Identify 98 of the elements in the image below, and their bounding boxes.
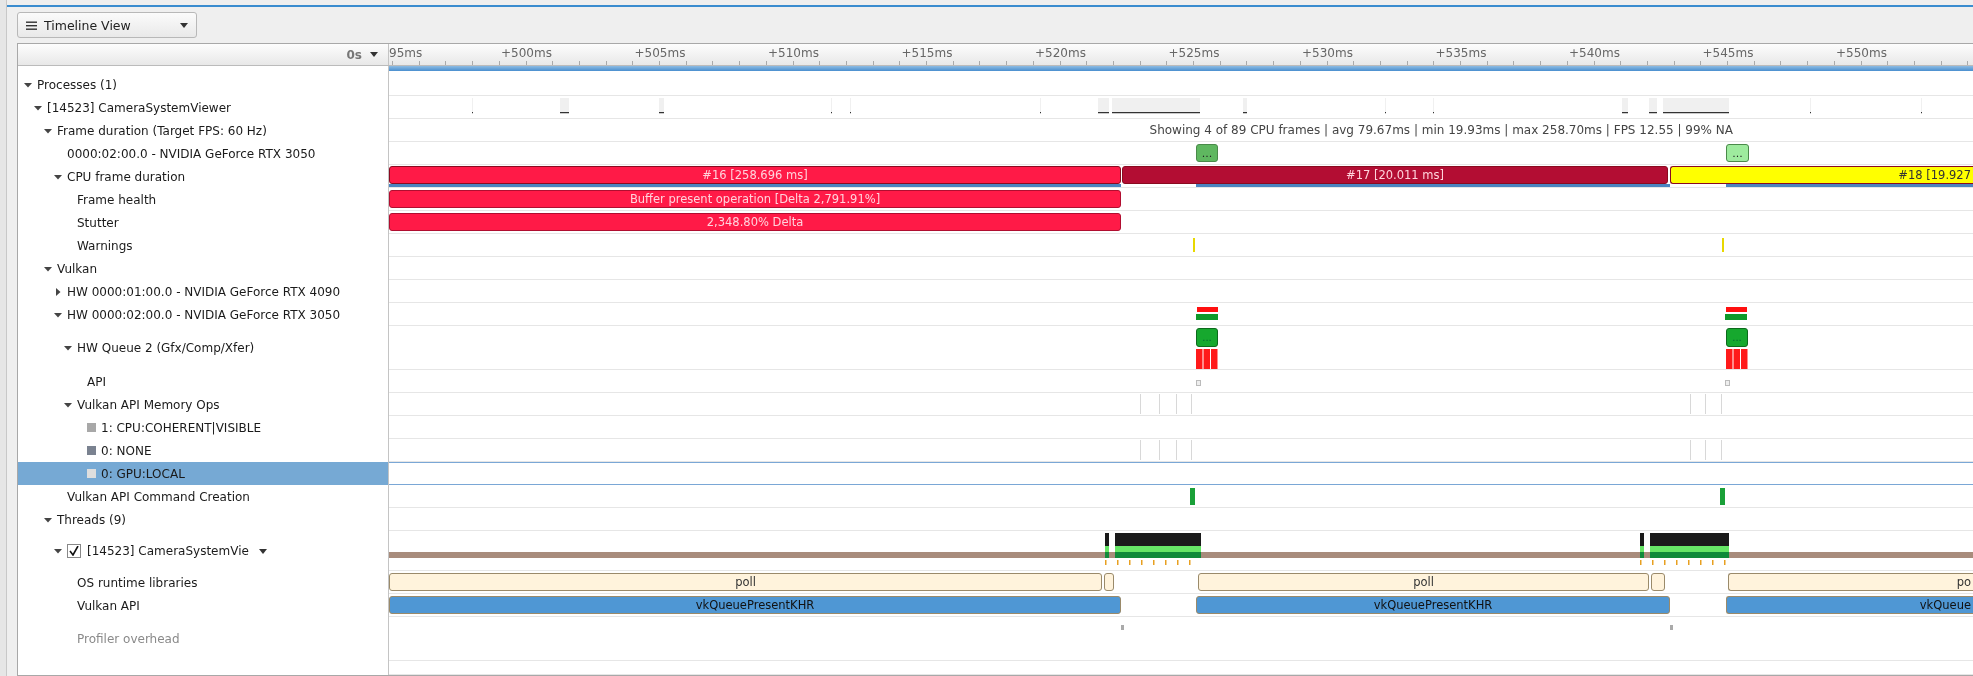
call-bar[interactable]: vkQueue (1726, 596, 1973, 614)
api-call-mark (1196, 380, 1201, 386)
call-bar[interactable]: vkQueuePresentKHR (389, 596, 1121, 614)
collapsed-group-button[interactable]: ... (1196, 144, 1218, 162)
caret-icon (180, 22, 188, 28)
tree-row[interactable]: 1: CPU:COHERENT|VISIBLE (18, 416, 389, 439)
collapse-arrow-icon[interactable] (34, 103, 42, 112)
collapse-arrow-icon[interactable] (54, 547, 62, 555)
collapse-arrow-icon[interactable] (44, 264, 52, 273)
tree-row[interactable]: API (18, 370, 389, 393)
tree-row[interactable]: Vulkan (18, 257, 389, 280)
memory-op-drawing (1140, 394, 1192, 414)
call-bar[interactable]: vkQueuePresentKHR (1196, 596, 1670, 614)
tick-label: +525ms (1168, 46, 1220, 60)
call-bar[interactable] (1104, 573, 1114, 591)
tick-label: +535ms (1435, 46, 1487, 60)
collapse-arrow-icon[interactable] (64, 400, 72, 409)
memory-op-drawing (1690, 394, 1722, 414)
frame-bar[interactable]: #17 [20.011 ms] (1122, 166, 1668, 184)
tree-row[interactable]: [14523] CameraSystemVie (18, 531, 389, 571)
call-bar[interactable]: po (1728, 573, 1973, 591)
tick-label: +545ms (1702, 46, 1754, 60)
tree-label: [14523] CameraSystemVie (87, 544, 249, 558)
view-dropdown-button[interactable]: Timeline View (17, 12, 197, 38)
tree-label: HW Queue 2 (Gfx/Comp/Xfer) (77, 341, 255, 355)
caret-icon[interactable] (258, 548, 267, 554)
warning-tick (1193, 238, 1195, 252)
frame-bar[interactable]: #18 [19.927 (1670, 166, 1973, 184)
time-origin-label: 0s (346, 47, 362, 62)
tree-label: Stutter (77, 215, 119, 230)
tick-label: +550ms (1836, 46, 1887, 60)
collapse-arrow-icon[interactable] (54, 172, 62, 181)
gpu-workload-drawing (1726, 349, 1748, 369)
tick-label: +515ms (901, 46, 953, 60)
tick-label: +540ms (1569, 46, 1620, 60)
tree-row[interactable]: Frame duration (Target FPS: 60 Hz) (18, 119, 389, 142)
gpu-activity-drawing (1725, 307, 1748, 323)
call-bar[interactable]: poll (389, 573, 1102, 591)
tree-label: Vulkan (57, 261, 98, 276)
api-call-mark (1725, 380, 1730, 386)
tree-label: Vulkan API Memory Ops (77, 397, 220, 412)
collapse-arrow-icon[interactable] (54, 310, 62, 319)
tree-label: Threads (9) (57, 512, 127, 527)
tick-label: +505ms (634, 46, 686, 60)
tree-label: 0000:02:00.0 - NVIDIA GeForce RTX 3050 (67, 146, 316, 161)
memory-op-drawing (1690, 440, 1722, 460)
overhead-mark (1121, 625, 1124, 630)
tree-label: CPU frame duration (67, 169, 186, 184)
tree-row[interactable]: Threads (9) (18, 508, 389, 531)
tree-label: OS runtime libraries (77, 575, 198, 590)
tree-label: HW 0000:02:00.0 - NVIDIA GeForce RTX 3050 (67, 307, 341, 322)
tree-row[interactable]: 0: GPU:LOCAL (18, 462, 389, 485)
tree-row[interactable]: 0000:02:00.0 - NVIDIA GeForce RTX 3050 (18, 142, 389, 165)
tick-label: +520ms (1035, 46, 1086, 60)
tree-label: Vulkan API Command Creation (67, 489, 250, 504)
memory-op-drawing (1140, 440, 1192, 460)
tree-label: Profiler overhead (77, 632, 180, 646)
tree-label: 0: NONE (101, 443, 152, 458)
call-bar[interactable]: poll (1198, 573, 1649, 591)
tree-row[interactable]: HW Queue 2 (Gfx/Comp/Xfer) (18, 326, 389, 370)
tree-row[interactable]: HW 0000:01:00.0 - NVIDIA GeForce RTX 4090 (18, 280, 389, 303)
tree-label: Warnings (77, 238, 133, 253)
tree-label: [14523] CameraSystemViewer (47, 100, 231, 115)
collapsed-group-button[interactable]: ... (1726, 144, 1749, 162)
tree-label: 0: GPU:LOCAL (101, 466, 185, 481)
tick-label: +500ms (501, 46, 552, 60)
tree-label: HW 0000:01:00.0 - NVIDIA GeForce RTX 4090 (67, 284, 341, 299)
tree-row[interactable]: [14523] CameraSystemViewer (18, 96, 389, 119)
frame-summary-text: Showing 4 of 89 CPU frames | avg 79.67ms | min 19.93ms | max 258.70ms | FPS 12.55 | 99% NA (1149, 123, 1733, 137)
caret-icon (370, 52, 378, 57)
tree-label: Frame health (77, 192, 157, 207)
warning-tick (1722, 238, 1724, 252)
collapse-arrow-icon[interactable] (24, 80, 32, 89)
tree-label: Vulkan API (77, 598, 140, 613)
overhead-mark (1670, 625, 1673, 630)
gpu-activity-drawing (1196, 307, 1219, 323)
tree-row[interactable]: Warnings (18, 234, 389, 257)
tree-row[interactable]: Vulkan API Memory Ops (18, 393, 389, 416)
menu-icon (26, 20, 37, 30)
tree-row[interactable]: HW 0000:02:00.0 - NVIDIA GeForce RTX 3050 (18, 303, 389, 326)
gpu-workload-drawing (1196, 349, 1218, 369)
tree-row[interactable]: Vulkan API Command Creation (18, 485, 389, 508)
tick-label: +510ms (768, 46, 819, 60)
tick-label: +530ms (1302, 46, 1353, 60)
tree-label: Frame duration (Target FPS: 60 Hz) (57, 123, 267, 138)
call-bar[interactable] (1651, 573, 1665, 591)
collapse-arrow-icon[interactable] (64, 344, 72, 352)
tick-label: 95ms (389, 46, 423, 60)
tree-label: API (87, 374, 106, 389)
command-mark (1720, 488, 1725, 505)
command-mark (1190, 488, 1195, 505)
tree-label: Processes (1) (37, 77, 117, 92)
checkbox[interactable] (67, 544, 81, 558)
collapse-arrow-icon[interactable] (44, 515, 52, 524)
collapse-arrow-icon[interactable] (44, 126, 52, 135)
expand-arrow-icon[interactable] (54, 287, 62, 296)
tree-row[interactable]: Processes (1) (18, 73, 389, 96)
tree-label: 1: CPU:COHERENT|VISIBLE (101, 420, 262, 435)
